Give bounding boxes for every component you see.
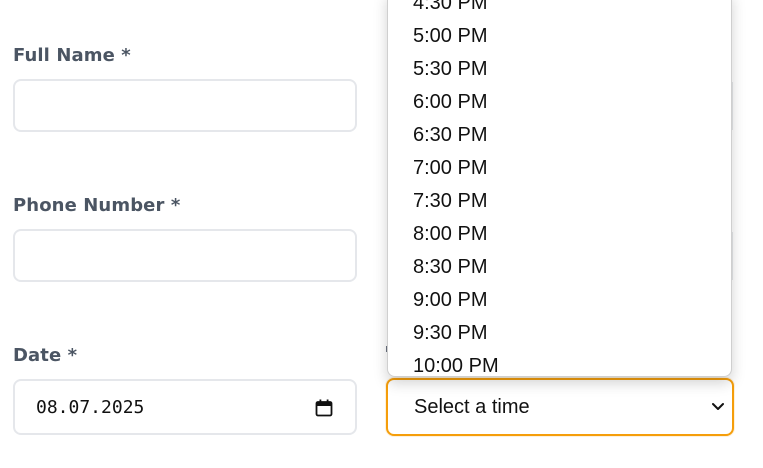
time-option[interactable]: 6:00 PM <box>388 86 731 119</box>
time-option[interactable]: 9:00 PM <box>388 284 731 317</box>
time-option[interactable]: 8:30 PM <box>388 251 731 284</box>
chevron-down-icon <box>712 403 724 410</box>
time-option[interactable]: 10:00 PM <box>388 350 731 376</box>
full-name-input[interactable] <box>13 79 357 132</box>
reservation-form-page: Full Name * Phone Number * Date * 08.07.… <box>0 0 763 468</box>
time-select[interactable]: Select a time <box>386 378 734 436</box>
full-name-label: Full Name * <box>13 45 131 66</box>
time-option[interactable]: 4:30 PM <box>388 0 731 20</box>
time-select-value: Select a time <box>414 395 530 418</box>
time-option[interactable]: 8:00 PM <box>388 218 731 251</box>
date-input[interactable]: 08.07.2025 <box>13 379 357 435</box>
time-option[interactable]: 7:30 PM <box>388 185 731 218</box>
phone-number-input[interactable] <box>13 229 357 282</box>
time-option[interactable]: 6:30 PM <box>388 119 731 152</box>
time-dropdown-list[interactable]: 4:30 PM 5:00 PM 5:30 PM 6:00 PM 6:30 PM 7:00 … <box>387 0 732 377</box>
date-label: Date * <box>13 345 78 366</box>
phone-number-label: Phone Number * <box>13 195 181 216</box>
calendar-icon[interactable] <box>315 399 333 417</box>
date-value: 08.07.2025 <box>36 396 145 418</box>
time-option[interactable]: 7:00 PM <box>388 152 731 185</box>
time-options: 4:30 PM 5:00 PM 5:30 PM 6:00 PM 6:30 PM 7:00 … <box>388 0 731 376</box>
time-option[interactable]: 9:30 PM <box>388 317 731 350</box>
time-option[interactable]: 5:30 PM <box>388 53 731 86</box>
time-option[interactable]: 5:00 PM <box>388 20 731 53</box>
